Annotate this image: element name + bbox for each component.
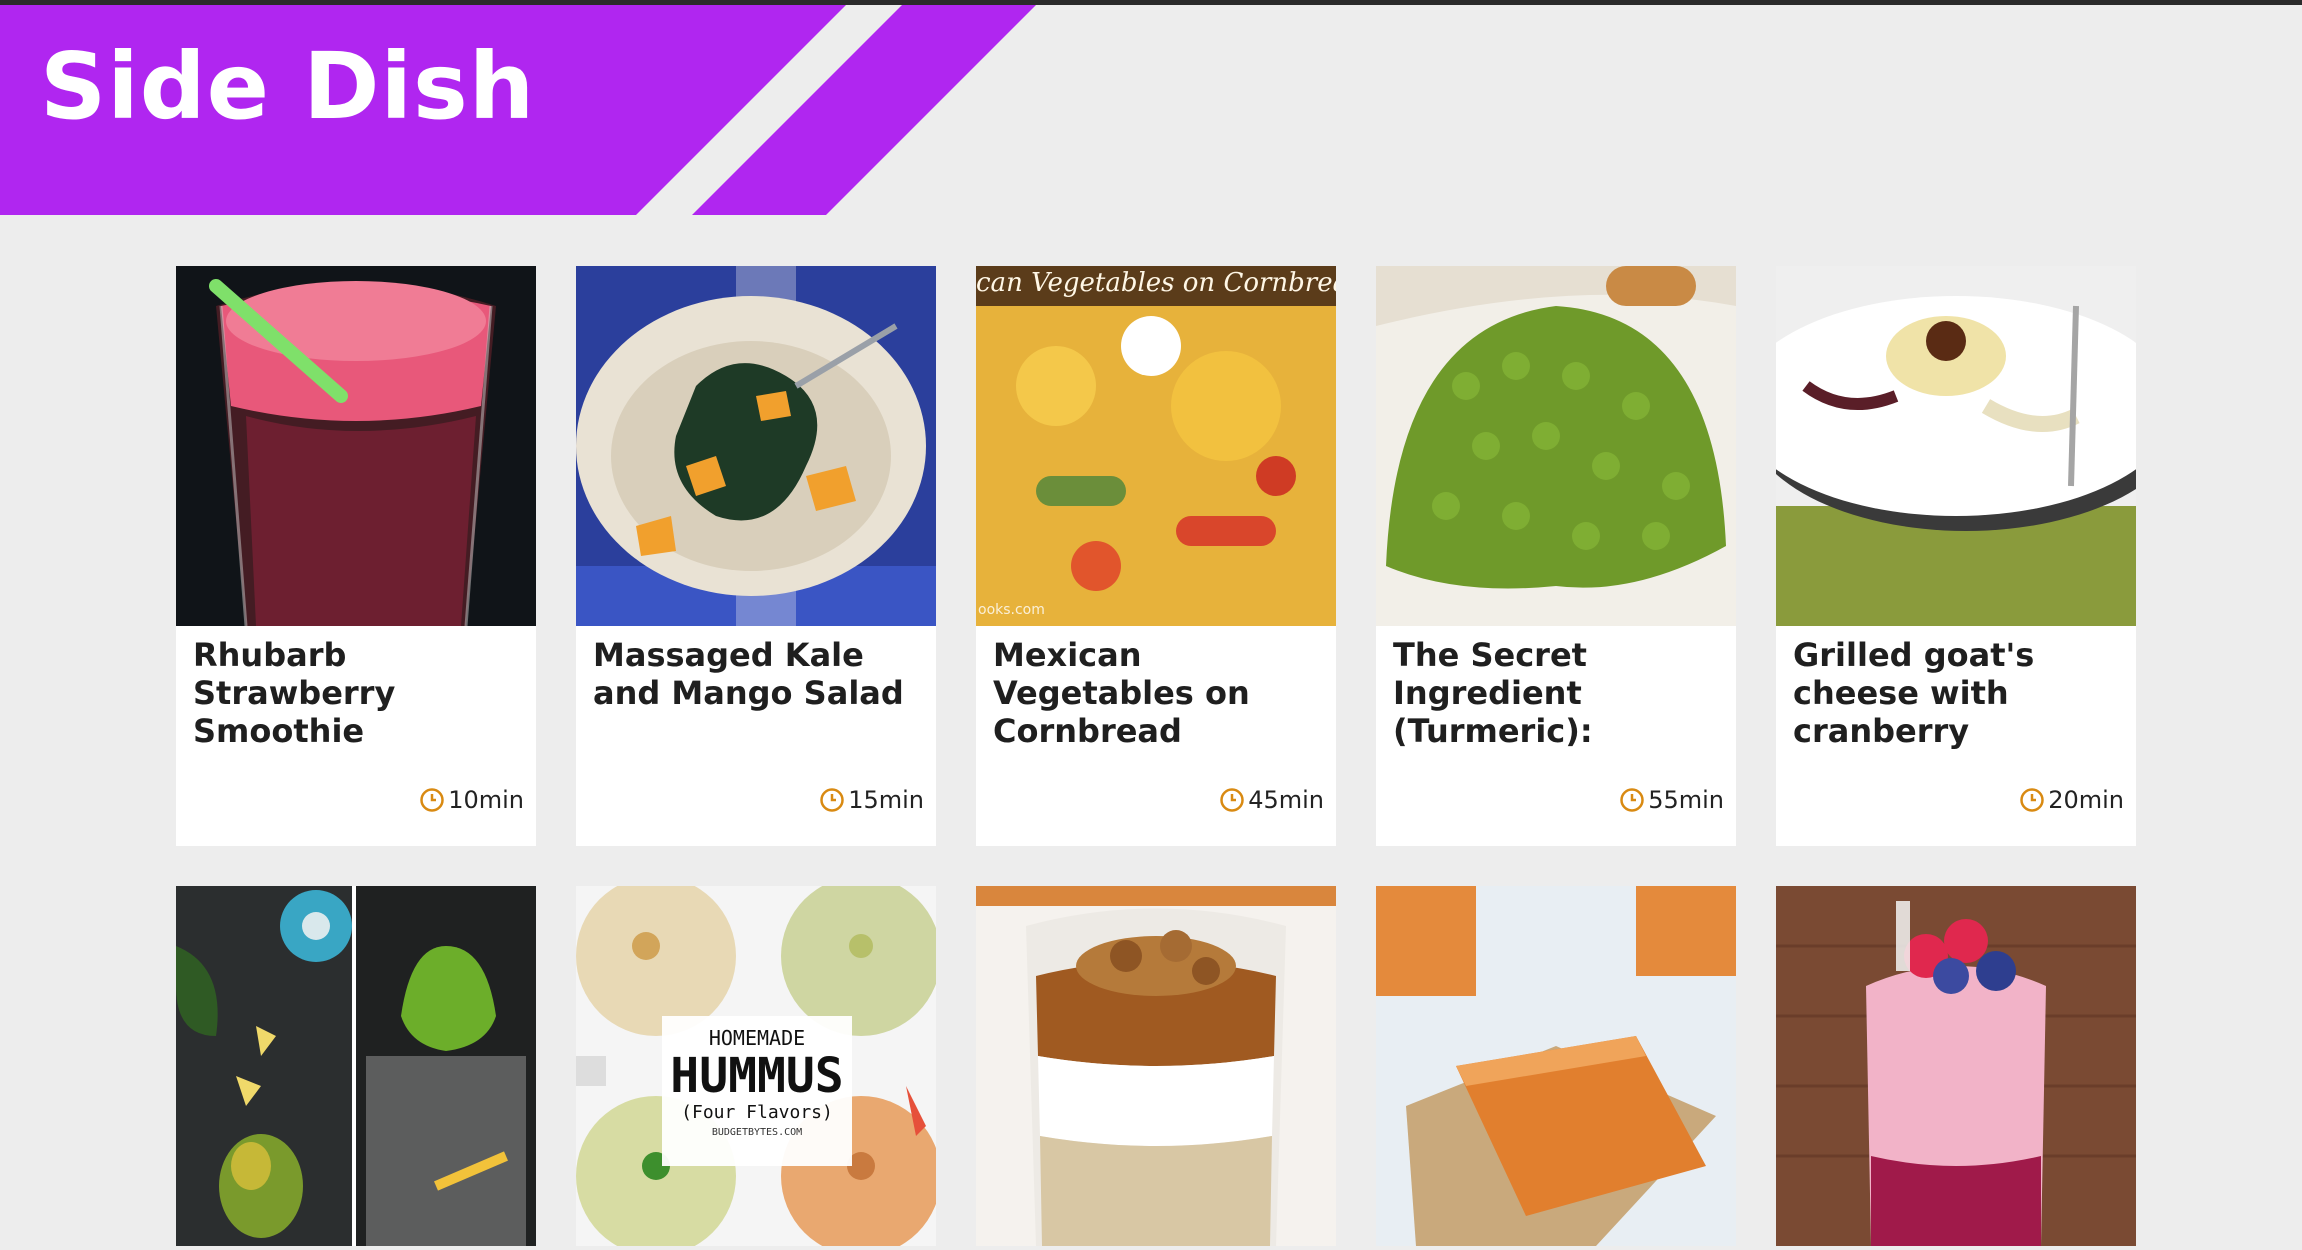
recipe-image-smoothie[interactable] [176,266,536,626]
recipe-card[interactable] [1376,886,1736,1246]
recipe-title[interactable]: Grilled goat's cheese with cranberry dre… [1793,636,2123,750]
recipe-card[interactable] [1776,886,2136,1246]
recipe-card[interactable]: Massaged Kale and Mango Salad 15min [576,266,936,846]
recipe-time-value: 55min [1648,786,1724,814]
recipe-time: 55min [1619,786,1724,814]
recipe-card[interactable] [976,886,1336,1246]
image-text-line: (Four Flavors) [681,1102,833,1123]
image-text-line: BUDGETBYTES.COM [711,1127,803,1138]
recipe-image-crispy-treat[interactable] [1376,886,1736,1246]
recipe-image-cornbread[interactable]: can Vegetables on Cornbread ooks.com [976,266,1336,626]
recipe-time: 10min [419,786,524,814]
recipe-image-parfait[interactable] [976,886,1336,1246]
recipe-image-goat-cheese[interactable] [1776,266,2136,626]
clock-icon [820,788,844,812]
recipe-time: 15min [819,786,924,814]
recipe-time: 20min [2019,786,2124,814]
image-watermark: ooks.com [978,602,1045,618]
page-title: Side Dish [40,33,536,140]
recipe-image-berry-smoothie[interactable] [1776,886,2136,1246]
image-caption: can Vegetables on Cornbread [976,268,1336,298]
clock-icon [1220,788,1244,812]
recipe-image-hummus[interactable]: HOMEMADE HUMMUS (Four Flavors) BUDGETBYT… [576,886,936,1246]
image-text-line: HUMMUS [670,1048,844,1104]
recipe-grid: Rhubarb Strawberry Smoothie 10min Massag [176,266,2136,1246]
recipe-time-value: 15min [848,786,924,814]
recipe-image-kale-salad[interactable] [576,266,936,626]
recipe-time: 45min [1219,786,1324,814]
image-overlay-label: HOMEMADE HUMMUS (Four Flavors) BUDGETBYT… [662,1016,852,1166]
clock-icon [420,788,444,812]
clock-icon [2020,788,2044,812]
recipe-title[interactable]: Rhubarb Strawberry Smoothie [193,636,523,750]
clock-icon [1620,788,1644,812]
recipe-card[interactable]: The Secret Ingredient (Turmeric): Maman'… [1376,266,1736,846]
recipe-card[interactable]: can Vegetables on Cornbread ooks.com Mex… [976,266,1336,846]
recipe-time-value: 45min [1248,786,1324,814]
recipe-image-green-smoothie[interactable] [176,886,536,1246]
recipe-image-peas[interactable] [1376,266,1736,626]
recipe-card[interactable] [176,886,536,1246]
recipe-title[interactable]: Mexican Vegetables on Cornbread [993,636,1323,750]
recipe-card[interactable]: Grilled goat's cheese with cranberry dre… [1776,266,2136,846]
recipe-card[interactable]: HOMEMADE HUMMUS (Four Flavors) BUDGETBYT… [576,886,936,1246]
recipe-time-value: 20min [2048,786,2124,814]
recipe-title[interactable]: The Secret Ingredient (Turmeric): Maman'… [1393,636,1723,750]
recipe-title[interactable]: Massaged Kale and Mango Salad [593,636,923,712]
page-header-banner: Side Dish [0,5,1040,215]
recipe-card[interactable]: Rhubarb Strawberry Smoothie 10min [176,266,536,846]
image-text-line: HOMEMADE [708,1026,806,1050]
recipe-time-value: 10min [448,786,524,814]
